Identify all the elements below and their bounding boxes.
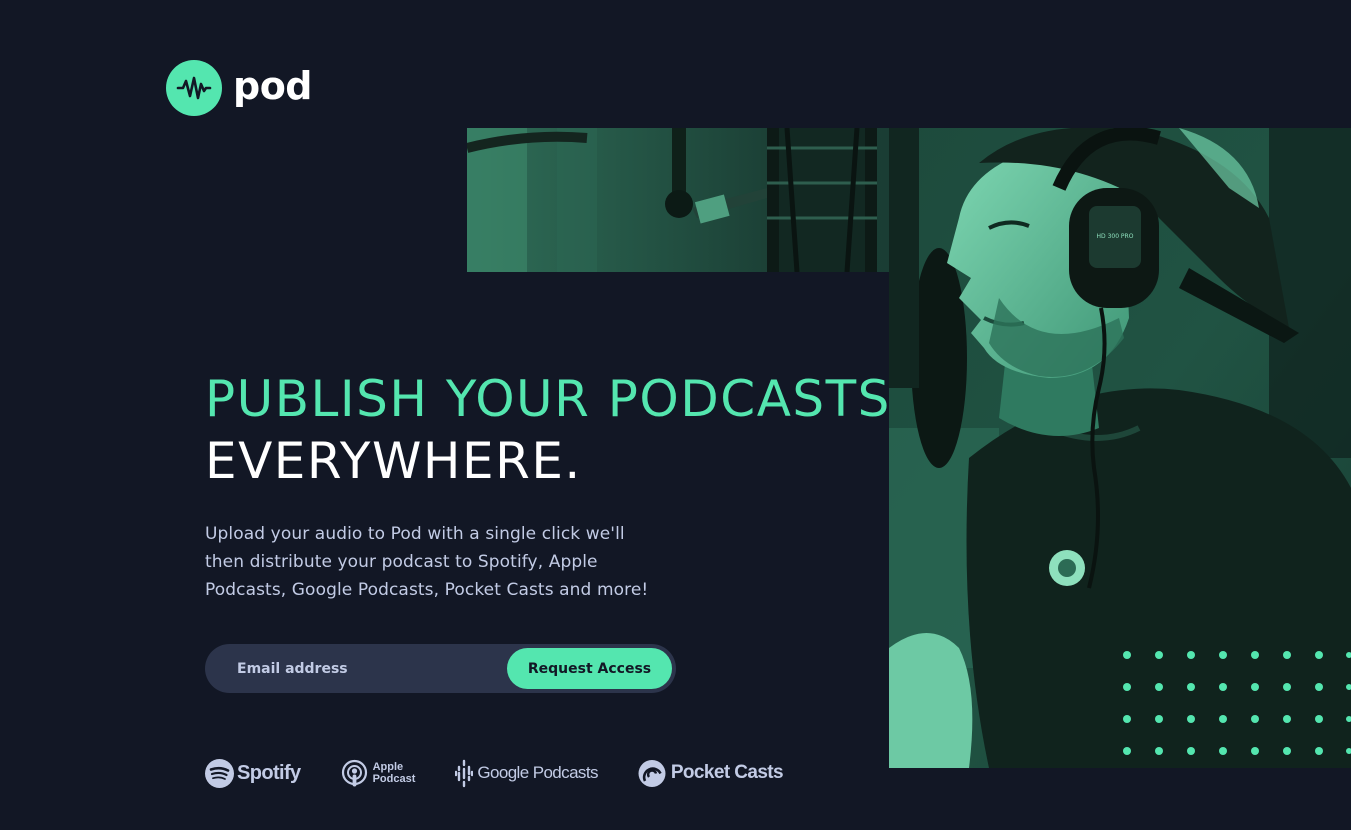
hero-headline: PUBLISH YOUR PODCASTS EVERYWHERE. xyxy=(205,368,891,492)
pocket-casts-icon xyxy=(638,759,666,787)
google-podcasts-icon xyxy=(455,759,474,787)
logo[interactable]: pod xyxy=(166,60,313,116)
google-podcasts-label: Google Podcasts xyxy=(477,763,598,782)
apple-podcast-icon xyxy=(341,759,367,786)
headline-line-1: PUBLISH YOUR PODCASTS xyxy=(205,370,891,428)
platform-logos: Spotify Apple Podcast Google Podcasts Po… xyxy=(205,756,823,790)
pocket-casts-logo: Pocket Casts xyxy=(638,759,784,788)
google-podcasts-logo: Google Podcasts xyxy=(455,759,598,788)
pocket-casts-label: Pocket Casts xyxy=(670,762,784,783)
brand-name: pod xyxy=(233,64,313,108)
apple-podcast-logo: Apple Podcast xyxy=(341,759,416,788)
request-access-form: Request Access xyxy=(205,644,676,693)
hero-description: Upload your audio to Pod with a single c… xyxy=(205,524,649,600)
request-access-button[interactable]: Request Access xyxy=(507,648,672,689)
headline-line-2: EVERYWHERE. xyxy=(205,432,582,490)
apple-label-line-2: Podcast xyxy=(372,773,416,785)
apple-label-line-1: Apple xyxy=(372,761,404,773)
logo-wave-icon xyxy=(166,60,222,116)
spotify-icon xyxy=(205,758,234,788)
svg-text:HD 300 PRO: HD 300 PRO xyxy=(1097,233,1134,240)
spotify-label: Spotify xyxy=(237,761,301,784)
dot-pattern xyxy=(1123,651,1351,755)
spotify-logo: Spotify xyxy=(205,758,301,788)
apple-podcast-label: Apple Podcast xyxy=(373,761,416,785)
email-input[interactable] xyxy=(237,660,487,677)
